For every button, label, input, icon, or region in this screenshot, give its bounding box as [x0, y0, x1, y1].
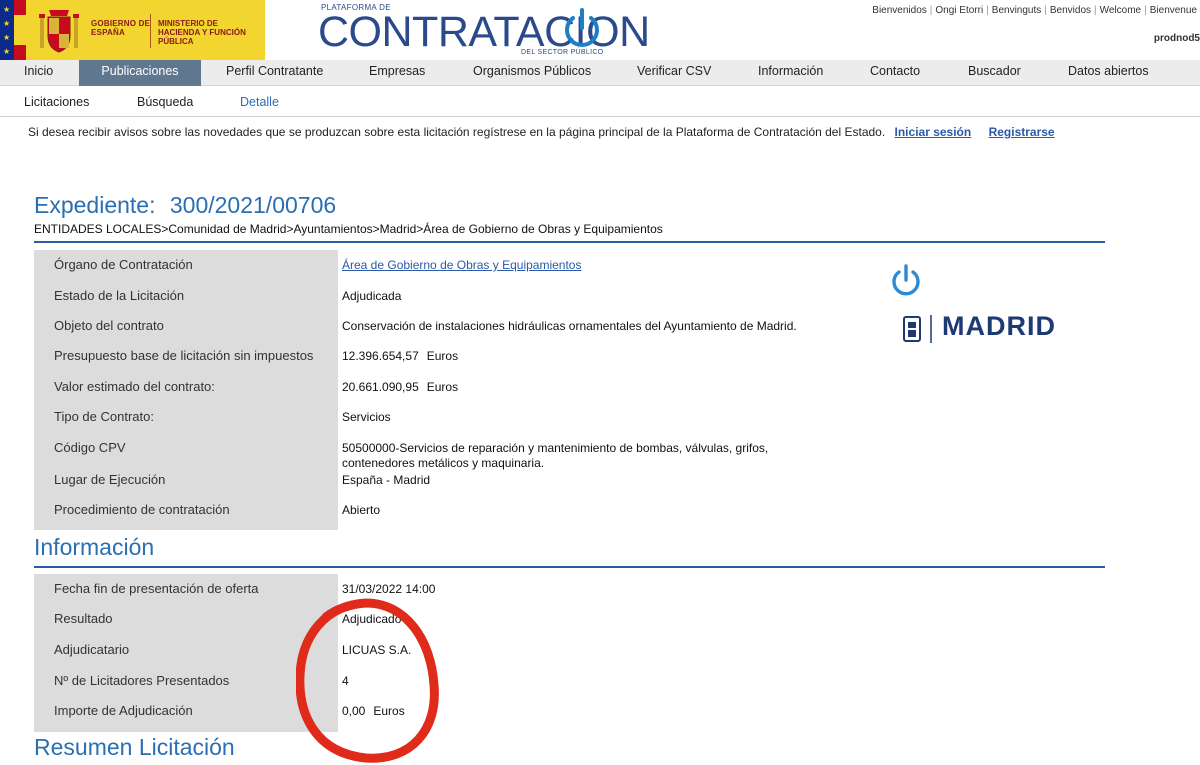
- subnav-busqueda[interactable]: Búsqueda: [137, 95, 193, 109]
- row-value: 0,00 Euros: [342, 704, 802, 719]
- row-value: LICUAS S.A.: [342, 643, 412, 657]
- main-nav: Inicio Publicaciones Perfil Contratante …: [0, 60, 1200, 86]
- organo-link[interactable]: Área de Gobierno de Obras y Equipamiento…: [342, 258, 581, 272]
- row-label: Lugar de Ejecución: [54, 472, 166, 487]
- nav-datos-abiertos[interactable]: Datos abiertos: [1068, 60, 1149, 86]
- row-value: Conservación de instalaciones hidráulica…: [342, 319, 797, 333]
- row-label: Importe de Adjudicación: [54, 703, 193, 718]
- notice-text: Si desea recibir avisos sobre las noveda…: [28, 125, 886, 139]
- login-link[interactable]: Iniciar sesión: [895, 125, 972, 139]
- expediente-label: Expediente:: [34, 192, 156, 218]
- row-value: 4: [342, 674, 349, 688]
- row-label: Tipo de Contrato:: [54, 409, 154, 424]
- row-label: Procedimiento de contratación: [54, 502, 230, 517]
- power-icon: [892, 264, 920, 296]
- row-value: 20.661.090,95 Euros: [342, 380, 802, 395]
- nav-inicio[interactable]: Inicio: [24, 60, 53, 86]
- header-divider: [150, 14, 151, 48]
- row-label: Nº de Licitadores Presentados: [54, 673, 230, 688]
- lang-link-es[interactable]: Bienvenidos: [869, 5, 929, 16]
- section-rule: [34, 566, 1105, 568]
- row-value: Adjudicada: [342, 289, 402, 303]
- madrid-crest-icon: [903, 315, 932, 343]
- row-label: Objeto del contrato: [54, 318, 164, 333]
- row-value: Abierto: [342, 503, 381, 517]
- row-value: 31/03/2022 14:00: [342, 582, 436, 596]
- row-label: Adjudicatario: [54, 642, 130, 657]
- nav-publicaciones[interactable]: Publicaciones: [79, 60, 201, 86]
- ministry-name: MINISTERIO DE HACIENDA Y FUNCIÓN PÚBLICA: [158, 19, 246, 46]
- coat-of-arms-icon: [39, 10, 79, 53]
- site-header: ★ ★ ★ ★ GOBIERNO DE ESPAÑA MINISTERIO DE HA…: [0, 0, 1200, 60]
- row-label: Resultado: [54, 611, 113, 626]
- power-icon: [565, 8, 599, 47]
- nav-contacto[interactable]: Contacto: [870, 60, 920, 86]
- section-title-informacion: Información: [34, 534, 155, 560]
- subnav-detalle[interactable]: Detalle: [240, 95, 279, 109]
- eu-flag-icon: ★ ★ ★ ★: [0, 0, 14, 60]
- currency-unit: Euros: [373, 704, 405, 718]
- amount: 12.396.654,57: [342, 349, 419, 363]
- section-title-resumen: Resumen Licitación: [34, 734, 235, 760]
- nav-perfil-contratante[interactable]: Perfil Contratante: [226, 60, 323, 86]
- platform-logo-subtitle: DEL SECTOR PÚBLICO: [521, 49, 604, 56]
- row-label: Órgano de Contratación: [54, 257, 193, 272]
- currency-unit: Euros: [426, 380, 459, 394]
- lang-link-fr[interactable]: Bienvenue: [1147, 5, 1200, 16]
- nav-verificar-csv[interactable]: Verificar CSV: [637, 60, 711, 86]
- lang-link-ca[interactable]: Benvinguts: [989, 5, 1044, 16]
- currency-unit: Euros: [426, 349, 459, 363]
- lang-link-eu[interactable]: Ongi Etorri: [932, 5, 986, 16]
- subscription-notice: Si desea recibir avisos sobre las noveda…: [28, 125, 1055, 139]
- language-links: Bienvenidos | Ongi Etorri | Benvinguts | Benvi…: [869, 5, 1200, 16]
- row-value: Adjudicado: [342, 612, 402, 626]
- row-value: 12.396.654,57 Euros: [342, 349, 802, 364]
- section-rule: [34, 241, 1105, 243]
- subnav-licitaciones[interactable]: Licitaciones: [24, 95, 89, 109]
- nav-informacion[interactable]: Información: [758, 60, 823, 86]
- nav-buscador[interactable]: Buscador: [968, 60, 1021, 86]
- nav-empresas[interactable]: Empresas: [369, 60, 425, 86]
- row-label: Presupuesto base de licitación sin impue…: [54, 348, 314, 363]
- government-name: GOBIERNO DE ESPAÑA: [91, 19, 151, 37]
- lang-link-en[interactable]: Welcome: [1097, 5, 1145, 16]
- lang-link-gl[interactable]: Benvidos: [1047, 5, 1094, 16]
- government-logo-block[interactable]: ★ ★ ★ ★ GOBIERNO DE ESPAÑA MINISTERIO DE HA…: [0, 0, 265, 60]
- row-value: España - Madrid: [342, 473, 431, 487]
- nav-organismos-publicos[interactable]: Organismos Públicos: [473, 60, 591, 86]
- amount: 0,00: [342, 704, 366, 718]
- server-id: prodnod5: [1153, 33, 1200, 44]
- row-value: Área de Gobierno de Obras y Equipamiento…: [342, 258, 802, 273]
- register-link[interactable]: Registrarse: [989, 125, 1055, 139]
- row-value: Servicios: [342, 410, 391, 424]
- row-label: Valor estimado del contrato:: [54, 379, 215, 394]
- page-title: Expediente: 300/2021/00706: [34, 192, 336, 219]
- row-label: Código CPV: [54, 440, 126, 455]
- divider: [0, 116, 1200, 117]
- row-label: Estado de la Licitación: [54, 288, 185, 303]
- amount: 20.661.090,95: [342, 380, 419, 394]
- sub-nav: Licitaciones Búsqueda Detalle: [0, 86, 1200, 116]
- row-value: 50500000-Servicios de reparación y mante…: [342, 441, 769, 470]
- madrid-logo-text: MADRID: [942, 311, 1056, 341]
- row-label: Fecha fin de presentación de oferta: [54, 581, 259, 596]
- expediente-number: 300/2021/00706: [169, 192, 337, 218]
- spain-flag-icon: [14, 0, 26, 60]
- breadcrumb: ENTIDADES LOCALES>Comunidad de Madrid>Ay…: [34, 222, 663, 236]
